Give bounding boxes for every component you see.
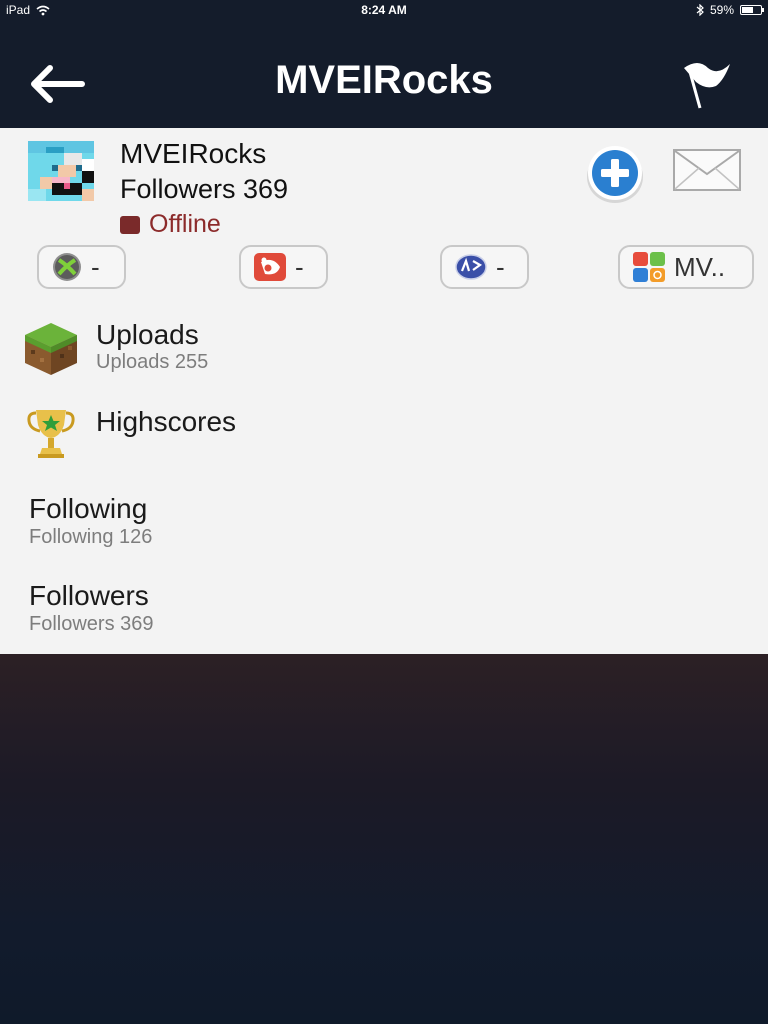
apps-tag-button[interactable]: MV.. xyxy=(618,245,754,289)
apps-tag-value: MV.. xyxy=(674,251,726,282)
bluetooth-icon xyxy=(696,4,704,16)
envelope-icon xyxy=(673,149,741,191)
report-flag-button[interactable] xyxy=(680,56,732,110)
follow-button[interactable] xyxy=(585,144,645,204)
game-center-tag-button[interactable]: - xyxy=(239,245,328,289)
pixel-avatar-icon xyxy=(28,141,94,201)
followers-count: Followers 369 xyxy=(29,613,154,635)
game-center-tag-value: - xyxy=(295,251,304,282)
apps-icon xyxy=(633,252,665,282)
following-title: Following xyxy=(29,493,148,524)
playstation-tag-button[interactable]: - xyxy=(440,245,529,289)
playstation-tag-value: - xyxy=(496,251,505,282)
background-area xyxy=(0,654,768,1024)
followers-title: Followers xyxy=(29,580,149,611)
avatar xyxy=(28,141,94,201)
online-status: Offline xyxy=(120,210,221,239)
battery-percent: 59% xyxy=(709,3,734,17)
page-title: MVEIRocks xyxy=(275,58,493,102)
flag-icon xyxy=(684,63,730,109)
profile-name: MVEIRocks xyxy=(120,138,267,169)
status-label: Offline xyxy=(149,210,221,238)
plus-circle-icon xyxy=(587,146,643,203)
xbox-icon xyxy=(53,253,81,281)
battery-icon xyxy=(740,5,764,15)
status-time: 8:24 AM xyxy=(361,3,407,17)
xbox-gamertag-value: - xyxy=(91,251,100,282)
message-button[interactable] xyxy=(672,146,742,194)
status-indicator xyxy=(120,215,140,234)
navigation-bar: MVEIRocks xyxy=(0,20,768,128)
uploads-count: Uploads 255 xyxy=(96,351,209,373)
status-bar: iPad 8:24 AM 59% xyxy=(0,0,768,20)
highscores-title: Highscores xyxy=(96,406,237,437)
playstation-network-icon xyxy=(455,254,487,280)
xbox-gamertag-button[interactable]: - xyxy=(37,245,126,289)
game-center-icon xyxy=(254,253,286,281)
grass-block-icon xyxy=(22,320,80,378)
trophy-icon xyxy=(26,407,76,461)
profile-followers-count: Followers 369 xyxy=(120,174,289,204)
uploads-title: Uploads xyxy=(96,319,199,350)
profile-content: MVEIRocks Followers 369 Offline - - - MV… xyxy=(0,128,768,654)
following-count: Following 126 xyxy=(29,526,153,548)
